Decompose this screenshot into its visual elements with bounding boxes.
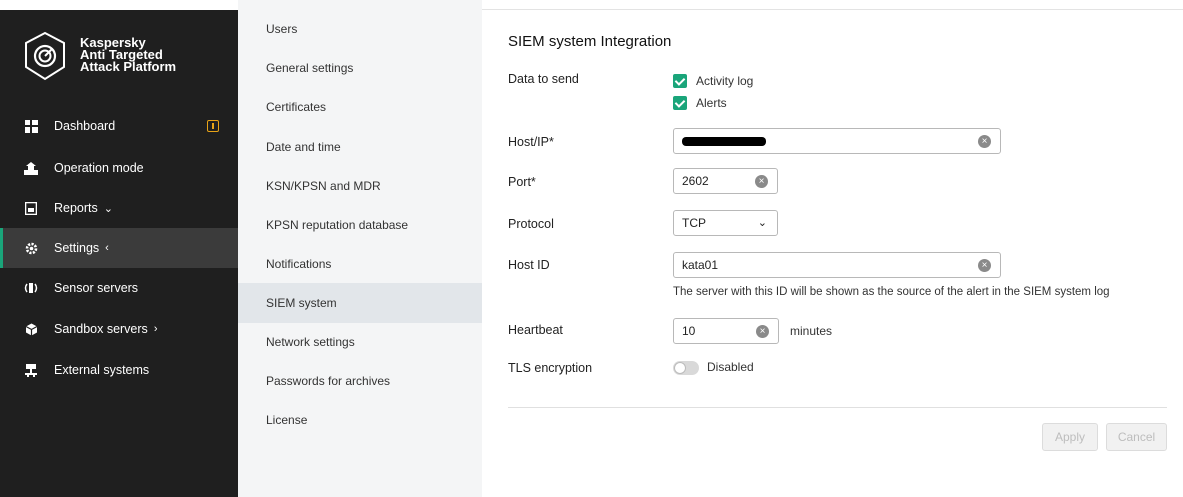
protocol-select[interactable]: TCP ⌄: [673, 210, 778, 236]
toggle-knob: [674, 362, 686, 374]
cancel-button[interactable]: Cancel: [1106, 423, 1167, 451]
host-id-value: kata01: [682, 258, 719, 272]
port-label: Port*: [508, 175, 536, 189]
siem-settings-panel: SIEM system Integration Data to send Act…: [482, 0, 1183, 497]
nav-item-operation-mode[interactable]: Operation mode: [0, 148, 238, 188]
nav-label-external-systems: External systems: [54, 363, 150, 377]
chevron-down-icon: ⌄: [757, 217, 767, 229]
alerts-label: Alerts: [696, 96, 727, 110]
checkbox-checked-icon: [673, 74, 687, 88]
host-id-input[interactable]: kata01 ×: [673, 252, 1001, 278]
product-name: Kaspersky Anti Targeted Attack Platform: [80, 36, 177, 74]
nav-item-external-systems[interactable]: External systems: [0, 350, 238, 390]
page-title: SIEM system Integration: [508, 33, 672, 50]
port-input[interactable]: 2602 ×: [673, 168, 778, 194]
nav-label-operation-mode: Operation mode: [54, 161, 144, 175]
chevron-left-icon: ‹: [105, 242, 109, 254]
submenu-item-notifications[interactable]: Notifications: [238, 244, 482, 284]
tls-encryption-toggle[interactable]: [673, 361, 699, 375]
submenu-item-license[interactable]: License: [238, 400, 482, 440]
submenu-item-general-settings[interactable]: General settings: [238, 48, 482, 88]
nav-item-dashboard[interactable]: Dashboard: [0, 106, 238, 146]
submenu-item-network-settings[interactable]: Network settings: [238, 322, 482, 362]
operation-mode-icon: [24, 161, 38, 175]
apply-button[interactable]: Apply: [1042, 423, 1098, 451]
nav-item-settings[interactable]: Settings ‹: [0, 228, 238, 268]
alert-badge-icon: [207, 120, 219, 132]
checkbox-checked-icon: [673, 96, 687, 110]
form-divider: [508, 407, 1167, 408]
activity-log-checkbox[interactable]: Activity log: [673, 74, 753, 88]
nav-label-settings: Settings: [54, 241, 100, 255]
gear-icon: [24, 241, 38, 255]
alerts-checkbox[interactable]: Alerts: [673, 96, 727, 110]
chevron-down-icon: ⌄: [103, 202, 113, 215]
host-ip-label: Host/IP*: [508, 135, 554, 149]
clear-input-icon[interactable]: ×: [978, 135, 991, 148]
submenu-item-ksn-mdr[interactable]: KSN/KPSN and MDR: [238, 166, 482, 206]
nav-item-reports[interactable]: Reports ⌄: [0, 188, 238, 228]
kaspersky-logo-icon: [25, 31, 65, 81]
chevron-right-icon: ›: [153, 323, 158, 335]
protocol-label: Protocol: [508, 217, 554, 231]
redacted-host-value: [682, 137, 766, 146]
sandbox-icon: [24, 322, 38, 336]
submenu-item-kpsn-reputation-db[interactable]: KPSN reputation database: [238, 205, 482, 245]
submenu-item-passwords-for-archives[interactable]: Passwords for archives: [238, 361, 482, 401]
nav-item-sensor-servers[interactable]: Sensor servers: [0, 268, 238, 308]
submenu-item-users[interactable]: Users: [238, 9, 482, 49]
settings-submenu: Users General settings Certificates Date…: [238, 0, 482, 497]
sensor-icon: [24, 281, 38, 295]
submenu-item-certificates[interactable]: Certificates: [238, 87, 482, 127]
external-systems-icon: [24, 363, 38, 377]
top-divider: [482, 9, 1183, 10]
submenu-item-siem-system[interactable]: SIEM system: [238, 283, 482, 323]
data-to-send-label: Data to send: [508, 72, 579, 86]
nav-label-dashboard: Dashboard: [54, 119, 116, 133]
product-logo[interactable]: Kaspersky Anti Targeted Attack Platform: [22, 31, 212, 87]
window-top-strip: [0, 0, 238, 10]
nav-item-sandbox-servers[interactable]: Sandbox servers ›: [0, 309, 238, 349]
product-name-line-3: Attack Platform: [80, 59, 177, 74]
clear-input-icon[interactable]: ×: [755, 175, 768, 188]
nav-label-reports: Reports: [54, 201, 98, 215]
heartbeat-unit: minutes: [790, 324, 833, 338]
host-id-hint: The server with this ID will be shown as…: [673, 286, 1110, 298]
clear-input-icon[interactable]: ×: [978, 259, 991, 272]
nav-label-sandbox-servers: Sandbox servers: [54, 322, 148, 336]
main-sidebar: Kaspersky Anti Targeted Attack Platform …: [0, 0, 238, 497]
host-id-label: Host ID: [508, 258, 550, 272]
heartbeat-label: Heartbeat: [508, 323, 563, 337]
activity-log-label: Activity log: [696, 74, 754, 88]
dashboard-icon: [24, 119, 38, 133]
submenu-item-date-and-time[interactable]: Date and time: [238, 127, 482, 167]
clear-input-icon[interactable]: ×: [756, 325, 769, 338]
tls-encryption-label: TLS encryption: [508, 361, 593, 375]
tls-state-label: Disabled: [707, 360, 754, 374]
host-ip-input[interactable]: ×: [673, 128, 1001, 154]
heartbeat-input[interactable]: 10 ×: [673, 318, 779, 344]
reports-icon: [24, 201, 38, 215]
nav-label-sensor-servers: Sensor servers: [54, 281, 139, 295]
